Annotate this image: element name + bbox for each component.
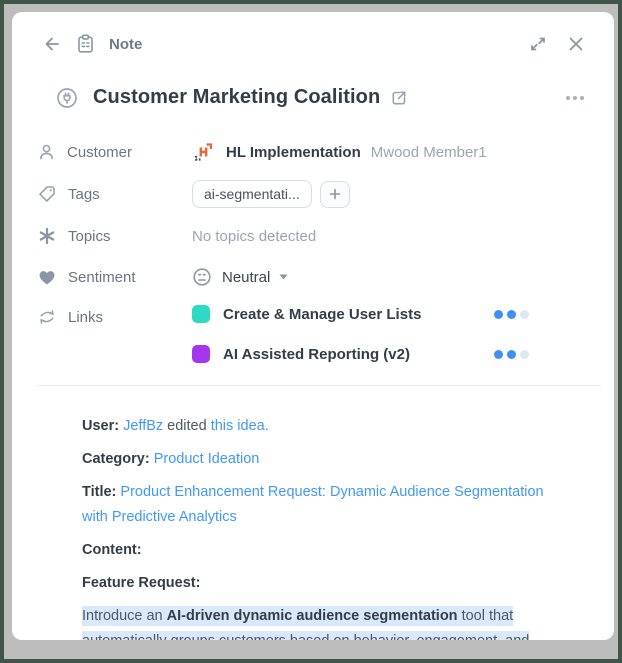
fields-section: Customer HL Implementation Mwood Member1 — [38, 139, 614, 363]
link-color-swatch — [192, 305, 210, 323]
user-icon — [38, 143, 55, 161]
sentiment-label: Sentiment — [68, 268, 136, 286]
user-action-text: edited — [167, 418, 207, 434]
link-name: Create & Manage User Lists — [223, 305, 422, 323]
links-label: Links — [68, 308, 104, 326]
link-strength-dots — [494, 349, 529, 359]
section-divider — [37, 385, 601, 386]
screenshot-frame: Note Customer Marketing Coalition Custom… — [0, 0, 622, 663]
sentiment-value: Neutral — [222, 268, 271, 286]
field-customer: Customer HL Implementation Mwood Member1 — [38, 139, 614, 165]
links-arrows-icon — [38, 308, 56, 326]
hl-company-logo — [192, 140, 215, 164]
neutral-face-icon — [192, 267, 212, 287]
more-menu-button[interactable] — [564, 90, 586, 106]
chevron-down-icon — [279, 274, 288, 280]
customer-contact-name: Mwood Member1 — [370, 143, 487, 161]
topics-asterisk-icon — [38, 227, 56, 245]
tag-chip[interactable]: ai-segmentati... — [192, 180, 312, 208]
linked-item[interactable]: Create & Manage User Lists — [192, 305, 529, 323]
expand-icon[interactable] — [528, 34, 548, 54]
topics-empty-text: No topics detected — [192, 227, 317, 245]
note-title-link[interactable]: Product Enhancement Request: Dynamic Aud… — [82, 484, 544, 525]
idea-link[interactable]: this idea. — [211, 418, 269, 434]
field-tags: Tags ai-segmentati... — [38, 180, 614, 208]
content-label: Content: — [82, 542, 142, 558]
integration-plug-icon — [56, 87, 78, 109]
customer-label: Customer — [67, 143, 133, 161]
title-row: Customer Marketing Coalition — [56, 86, 586, 109]
user-name-link[interactable]: JeffBz — [123, 418, 163, 434]
category-value-link[interactable]: Product Ideation — [154, 451, 260, 467]
field-sentiment: Sentiment Neutral — [38, 264, 614, 290]
customer-company-link[interactable]: HL Implementation — [226, 144, 361, 161]
category-line: Category: Product Ideation — [82, 447, 568, 472]
note-title-label: Title: — [82, 484, 117, 500]
category-label: Category: — [82, 451, 150, 467]
tag-icon — [38, 185, 56, 203]
tags-label: Tags — [68, 185, 100, 203]
title-line: Title: Product Enhancement Request: Dyna… — [82, 480, 568, 530]
note-icon — [76, 34, 95, 54]
sentiment-dropdown[interactable]: Neutral — [192, 267, 288, 287]
feature-request-label-line: Feature Request: — [82, 571, 568, 596]
note-panel: Note Customer Marketing Coalition Custom… — [12, 12, 614, 640]
link-name: AI Assisted Reporting (v2) — [223, 345, 410, 363]
highlighted-text: Introduce an AI-driven dynamic audience … — [82, 606, 530, 640]
user-label: User: — [82, 418, 120, 434]
feature-text-bold: AI-driven dynamic audience segmentation — [166, 608, 458, 624]
link-color-swatch — [192, 345, 210, 363]
add-tag-button[interactable] — [319, 180, 350, 208]
topics-label: Topics — [68, 227, 111, 245]
back-button[interactable] — [42, 34, 62, 54]
heart-icon — [38, 269, 56, 286]
field-topics: Topics No topics detected — [38, 223, 614, 249]
topbar: Note — [12, 12, 614, 54]
feature-text-pre: Introduce an — [82, 608, 163, 624]
linked-item[interactable]: AI Assisted Reporting (v2) — [192, 345, 529, 363]
external-link-icon[interactable] — [390, 89, 408, 107]
feature-request-paragraph: Introduce an AI-driven dynamic audience … — [82, 604, 568, 640]
close-icon[interactable] — [566, 34, 586, 54]
field-links: Links Create & Manage User Lists AI Assi… — [38, 305, 614, 363]
record-type-label: Note — [109, 35, 143, 53]
user-line: User: JeffBz edited this idea. — [82, 414, 568, 439]
page-title: Customer Marketing Coalition — [93, 86, 381, 108]
feature-request-label: Feature Request: — [82, 575, 201, 591]
note-content: User: JeffBz edited this idea. Category:… — [82, 414, 568, 640]
link-strength-dots — [494, 309, 529, 319]
content-line: Content: — [82, 538, 568, 563]
